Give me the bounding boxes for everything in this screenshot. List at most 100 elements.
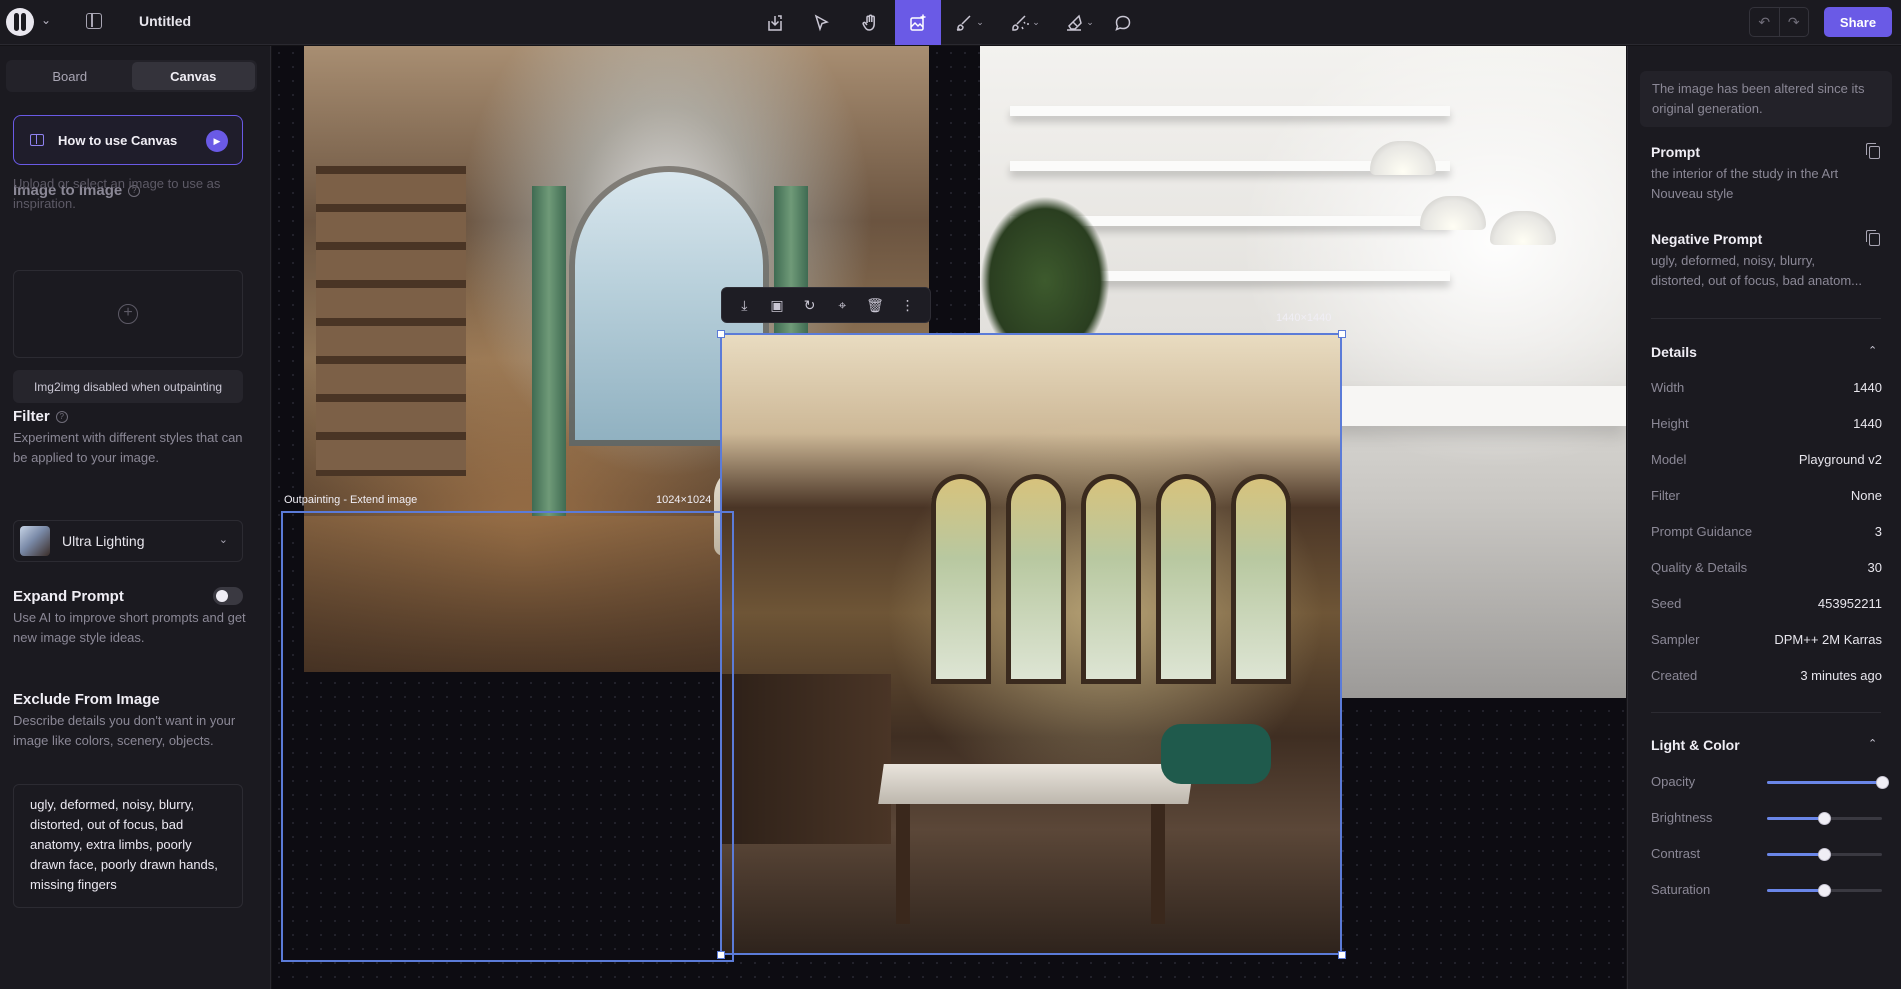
tab-canvas[interactable]: Canvas	[131, 62, 255, 90]
expand-prompt-toggle[interactable]	[213, 587, 243, 605]
image-detail	[316, 166, 466, 476]
slider-fill	[1767, 853, 1825, 856]
chevron-down-icon[interactable]: ⌄	[41, 13, 51, 27]
contrast-slider[interactable]: Contrast	[1651, 844, 1886, 864]
resize-handle[interactable]	[1338, 951, 1346, 959]
chevron-up-icon[interactable]: ⌃	[1868, 737, 1877, 750]
resize-handle[interactable]	[717, 951, 725, 959]
image-upload-dropzone[interactable]: +	[13, 270, 243, 358]
share-button[interactable]: Share	[1824, 7, 1892, 37]
comment-icon[interactable]	[1100, 0, 1146, 45]
outpaint-frame[interactable]	[281, 511, 734, 962]
divider	[1651, 318, 1881, 319]
img2img-description-text: Upload or select an image to use as insp…	[13, 176, 221, 211]
slider-knob[interactable]	[1818, 848, 1831, 861]
help-icon[interactable]: ?	[55, 411, 68, 423]
image-detail	[1330, 386, 1626, 426]
filter-select[interactable]: Ultra Lighting ⌄	[13, 520, 243, 562]
tab-board[interactable]: Board	[8, 62, 132, 90]
chevron-up-icon[interactable]: ⌃	[1868, 344, 1877, 357]
top-bar: ⌄ Untitled ⌄ ⌄ ⌄ ↶ ↷ Share	[0, 0, 1901, 45]
detail-key: Filter	[1651, 488, 1680, 503]
detail-key: Created	[1651, 668, 1698, 683]
sidebar-toggle-icon[interactable]	[86, 13, 102, 29]
detail-value: Playground v2	[1798, 452, 1882, 467]
slider-knob[interactable]	[1818, 884, 1831, 897]
exclude-description: Describe details you don't want in your …	[13, 713, 236, 748]
slider-knob[interactable]	[1875, 776, 1889, 789]
board-canvas-toggle: Board Canvas	[6, 60, 257, 92]
detail-row: Width 1440	[1651, 380, 1882, 400]
slider-label: Saturation	[1651, 882, 1711, 897]
slider-track[interactable]	[1767, 884, 1882, 897]
slider-track[interactable]	[1767, 848, 1882, 861]
resize-handle[interactable]	[717, 330, 725, 338]
trash-icon[interactable]: 🗑	[863, 297, 887, 314]
copy-icon[interactable]	[1866, 143, 1880, 159]
detail-row: Created 3 minutes ago	[1651, 668, 1882, 688]
slider-knob[interactable]	[1818, 812, 1831, 825]
how-to-use-canvas-button[interactable]: How to use Canvas ▶	[13, 115, 243, 165]
download-icon[interactable]: ⤓	[732, 297, 756, 314]
negative-prompt-text: ugly, deformed, noisy, blurry, distorted…	[1651, 253, 1863, 288]
chevron-down-icon: ⌄	[218, 534, 228, 546]
resize-handle[interactable]	[1338, 330, 1346, 338]
brush-icon[interactable]: ⌄	[946, 0, 992, 45]
detail-key: Model	[1651, 452, 1687, 467]
light-color-title: Light & Color	[1651, 737, 1740, 753]
magic-brush-icon[interactable]: ⌄	[1002, 0, 1048, 45]
image-action-toolbar: ⤓ ▣ ↻ ⌖ 🗑 ⋮	[721, 287, 931, 323]
detail-key: Height	[1651, 416, 1689, 431]
add-circle-icon: +	[118, 304, 138, 324]
pointer-icon[interactable]	[799, 0, 845, 45]
exclude-title: Exclude From Image	[13, 691, 160, 708]
exclude-textarea[interactable]: ugly, deformed, noisy, blurry, distorted…	[13, 784, 243, 908]
left-panel: Board Canvas How to use Canvas ▶ Image t…	[0, 46, 271, 989]
detail-row: Seed 453952211	[1651, 596, 1882, 616]
redo-icon[interactable]: ↷	[1780, 8, 1809, 36]
image-detail	[1010, 106, 1450, 116]
logo-icon[interactable]	[6, 8, 34, 36]
hand-icon[interactable]	[847, 0, 893, 45]
copy-icon[interactable]	[1866, 230, 1880, 246]
opacity-slider[interactable]: Opacity	[1651, 772, 1889, 792]
detail-value: 1440	[1853, 380, 1882, 395]
brightness-slider[interactable]: Brightness	[1651, 808, 1886, 828]
image-detail	[1370, 141, 1436, 175]
filter-title: Filter?	[13, 408, 68, 425]
altered-notice: The image has been altered since its ori…	[1640, 71, 1892, 127]
document-title[interactable]: Untitled	[139, 13, 191, 29]
outpaint-size: 1024×1024	[656, 494, 712, 506]
more-icon[interactable]: ⋮	[896, 297, 920, 314]
edit-image-icon[interactable]: ▣	[765, 297, 789, 314]
right-panel: The image has been altered since its ori…	[1627, 46, 1901, 989]
slider-fill	[1767, 781, 1882, 784]
detail-row: Filter None	[1651, 488, 1882, 508]
how-to-label: How to use Canvas	[58, 132, 178, 148]
image-plus-icon[interactable]	[895, 0, 941, 45]
saturation-slider[interactable]: Saturation	[1651, 880, 1886, 900]
crop-icon[interactable]: ⌖	[830, 297, 854, 314]
detail-value: DPM++ 2M Karras	[1774, 632, 1882, 647]
detail-row: Model Playground v2	[1651, 452, 1882, 472]
detail-value: 3 minutes ago	[1800, 668, 1882, 683]
prompt-text: the interior of the study in the Art Nou…	[1651, 166, 1839, 201]
eraser-icon[interactable]: ⌄	[1056, 0, 1102, 45]
image-detail	[1420, 196, 1486, 230]
detail-value: None	[1850, 488, 1882, 503]
slider-track[interactable]	[1767, 812, 1882, 825]
detail-value: 1440	[1853, 416, 1882, 431]
slider-fill	[1767, 889, 1825, 892]
play-icon[interactable]: ▶	[206, 130, 228, 152]
regenerate-icon[interactable]: ↻	[798, 297, 822, 314]
detail-row: Height 1440	[1651, 416, 1882, 436]
slider-track[interactable]	[1767, 776, 1889, 789]
undo-icon[interactable]: ↶	[1750, 8, 1780, 36]
detail-row: Quality & Details 30	[1651, 560, 1882, 580]
import-icon[interactable]	[752, 0, 798, 45]
canvas-area[interactable]: Outpainting - Extend image 1024×1024 144…	[272, 46, 1626, 989]
detail-row: Prompt Guidance 3	[1651, 524, 1882, 544]
selection-frame[interactable]	[720, 333, 1342, 955]
filter-description: Experiment with different styles that ca…	[13, 430, 243, 465]
slider-label: Brightness	[1651, 810, 1713, 825]
